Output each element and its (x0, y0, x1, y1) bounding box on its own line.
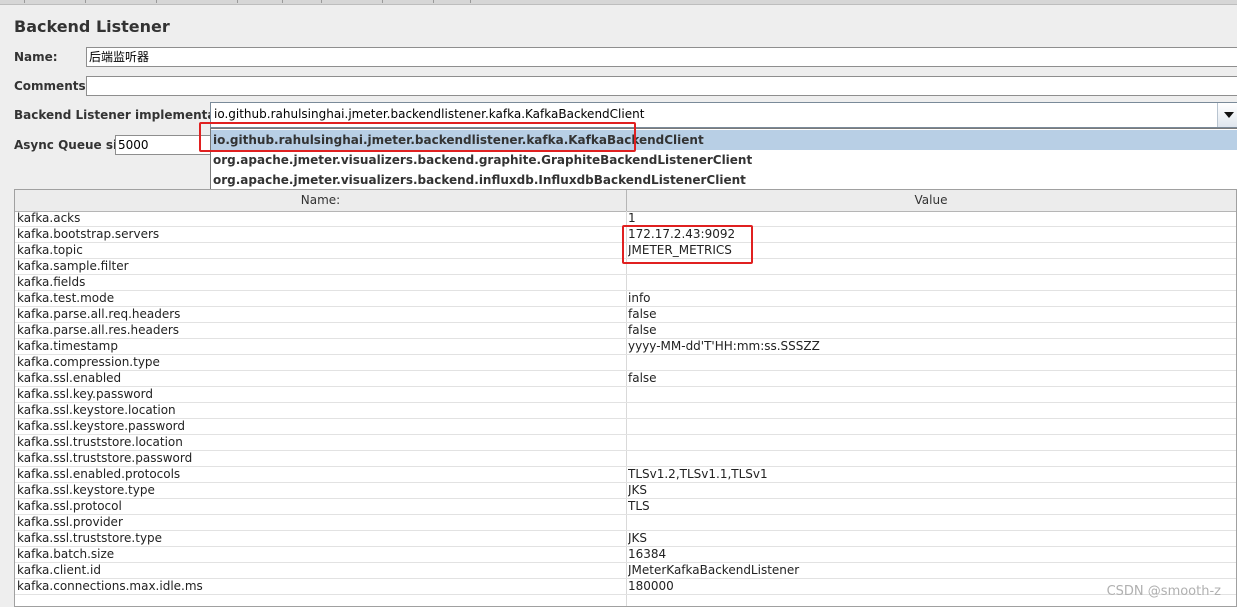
table-row[interactable]: kafka.ssl.keystore.type JKS (15, 483, 1236, 499)
row-name-cell[interactable]: kafka.client.id (17, 563, 624, 578)
table-row[interactable]: kafka.acks 1 (15, 211, 1236, 227)
table-row[interactable]: kafka.parse.all.req.headers false (15, 307, 1236, 323)
comments-field[interactable] (86, 76, 1237, 96)
row-value-cell[interactable] (628, 451, 1233, 466)
row-value-cell[interactable]: false (628, 307, 1233, 322)
row-value-cell[interactable]: TLSv1.2,TLSv1.1,TLSv1 (628, 467, 1233, 482)
row-name-cell[interactable]: kafka.parse.all.res.headers (17, 323, 624, 338)
row-name-cell[interactable]: kafka.ssl.enabled.protocols (17, 467, 624, 482)
parameters-table: Name: Value kafka.acks 1 kafka.bootstrap.s… (14, 189, 1237, 607)
row-value-cell[interactable] (628, 275, 1233, 290)
row-value-cell[interactable]: yyyy-MM-dd'T'HH:mm:ss.SSSZZ (628, 339, 1233, 354)
table-row[interactable]: kafka.ssl.keystore.password (15, 419, 1236, 435)
row-value-cell[interactable]: false (628, 371, 1233, 386)
implementation-selected-value: io.github.rahulsinghai.jmeter.backendlis… (214, 107, 645, 121)
dropdown-option-influxdb[interactable]: org.apache.jmeter.visualizers.backend.in… (211, 170, 1237, 190)
table-row[interactable]: kafka.topic JMETER_METRICS (15, 243, 1236, 259)
row-value-cell[interactable]: JMETER_METRICS (628, 243, 1233, 258)
row-name-cell[interactable]: kafka.batch.size (17, 547, 624, 562)
row-name-cell[interactable]: kafka.acks (17, 211, 624, 226)
row-name-cell[interactable]: kafka.ssl.enabled (17, 371, 624, 386)
table-body: kafka.acks 1 kafka.bootstrap.servers 172.17… (15, 211, 1236, 595)
row-value-cell[interactable]: 16384 (628, 547, 1233, 562)
table-row[interactable]: kafka.ssl.keystore.location (15, 403, 1236, 419)
row-name-cell[interactable]: kafka.fields (17, 275, 624, 290)
row-value-cell[interactable]: JKS (628, 531, 1233, 546)
implementation-combobox[interactable]: io.github.rahulsinghai.jmeter.backendlis… (210, 102, 1237, 128)
name-label: Name: (14, 50, 58, 64)
row-value-cell[interactable] (628, 387, 1233, 402)
row-value-cell[interactable] (628, 403, 1233, 418)
table-row[interactable]: kafka.fields (15, 275, 1236, 291)
row-value-cell[interactable]: JKS (628, 483, 1233, 498)
table-row[interactable]: kafka.ssl.key.password (15, 387, 1236, 403)
row-value-cell[interactable]: JMeterKafkaBackendListener (628, 563, 1233, 578)
watermark-text: CSDN @smooth-z (1106, 584, 1221, 599)
table-row[interactable]: kafka.ssl.enabled.protocols TLSv1.2,TLSv1… (15, 467, 1236, 483)
table-row[interactable]: kafka.connections.max.idle.ms 180000 (15, 579, 1236, 595)
top-toolbar-strip (0, 0, 1237, 5)
async-queue-size-field[interactable]: 5000 (115, 135, 211, 155)
column-header-value[interactable]: Value (626, 190, 1236, 211)
table-row[interactable]: kafka.timestamp yyyy-MM-dd'T'HH:mm:ss.SSS… (15, 339, 1236, 355)
table-row[interactable]: kafka.ssl.protocol TLS (15, 499, 1236, 515)
row-name-cell[interactable]: kafka.parse.all.req.headers (17, 307, 624, 322)
row-name-cell[interactable]: kafka.ssl.provider (17, 515, 624, 530)
comments-label: Comments: (14, 79, 91, 93)
panel-title: Backend Listener (14, 17, 170, 36)
table-row[interactable]: kafka.client.id JMeterKafkaBackendListene… (15, 563, 1236, 579)
row-value-cell[interactable] (628, 435, 1233, 450)
implementation-label: Backend Listener implementation (14, 108, 243, 122)
row-value-cell[interactable] (628, 355, 1233, 370)
table-row[interactable]: kafka.ssl.provider (15, 515, 1236, 531)
row-value-cell[interactable]: 1 (628, 211, 1233, 226)
row-name-cell[interactable]: kafka.test.mode (17, 291, 624, 306)
row-name-cell[interactable]: kafka.ssl.truststore.password (17, 451, 624, 466)
table-row[interactable]: kafka.sample.filter (15, 259, 1236, 275)
table-row[interactable]: kafka.ssl.enabled false (15, 371, 1236, 387)
row-value-cell[interactable]: 172.17.2.43:9092 (628, 227, 1233, 242)
row-value-cell[interactable] (628, 419, 1233, 434)
row-value-cell[interactable]: info (628, 291, 1233, 306)
row-name-cell[interactable]: kafka.ssl.keystore.location (17, 403, 624, 418)
row-name-cell[interactable]: kafka.timestamp (17, 339, 624, 354)
row-name-cell[interactable]: kafka.sample.filter (17, 259, 624, 274)
table-row[interactable]: kafka.ssl.truststore.location (15, 435, 1236, 451)
row-name-cell[interactable]: kafka.ssl.key.password (17, 387, 624, 402)
table-row[interactable]: kafka.compression.type (15, 355, 1236, 371)
table-row[interactable]: kafka.bootstrap.servers 172.17.2.43:9092 (15, 227, 1236, 243)
row-value-cell[interactable] (628, 515, 1233, 530)
column-header-name[interactable]: Name: (15, 190, 627, 211)
implementation-dropdown-list: io.github.rahulsinghai.jmeter.backendlis… (210, 128, 1237, 190)
dropdown-option-graphite[interactable]: org.apache.jmeter.visualizers.backend.gr… (211, 150, 1237, 170)
row-name-cell[interactable]: kafka.topic (17, 243, 624, 258)
table-row[interactable]: kafka.parse.all.res.headers false (15, 323, 1236, 339)
row-value-cell[interactable]: false (628, 323, 1233, 338)
table-row[interactable]: kafka.ssl.truststore.type JKS (15, 531, 1236, 547)
table-row[interactable]: kafka.test.mode info (15, 291, 1236, 307)
table-row[interactable]: kafka.ssl.truststore.password (15, 451, 1236, 467)
row-name-cell[interactable]: kafka.connections.max.idle.ms (17, 579, 624, 594)
table-row[interactable]: kafka.batch.size 16384 (15, 547, 1236, 563)
row-value-cell[interactable] (628, 259, 1233, 274)
row-value-cell[interactable]: TLS (628, 499, 1233, 514)
row-name-cell[interactable]: kafka.compression.type (17, 355, 624, 370)
row-name-cell[interactable]: kafka.ssl.keystore.password (17, 419, 624, 434)
table-header: Name: Value (15, 190, 1236, 212)
chevron-down-icon[interactable] (1217, 103, 1237, 127)
dropdown-option-kafka[interactable]: io.github.rahulsinghai.jmeter.backendlis… (211, 130, 1237, 150)
row-name-cell[interactable]: kafka.ssl.truststore.location (17, 435, 624, 450)
row-name-cell[interactable]: kafka.ssl.protocol (17, 499, 624, 514)
name-field[interactable]: 后端监听器 (86, 47, 1237, 67)
row-name-cell[interactable]: kafka.ssl.keystore.type (17, 483, 624, 498)
row-name-cell[interactable]: kafka.bootstrap.servers (17, 227, 624, 242)
row-name-cell[interactable]: kafka.ssl.truststore.type (17, 531, 624, 546)
